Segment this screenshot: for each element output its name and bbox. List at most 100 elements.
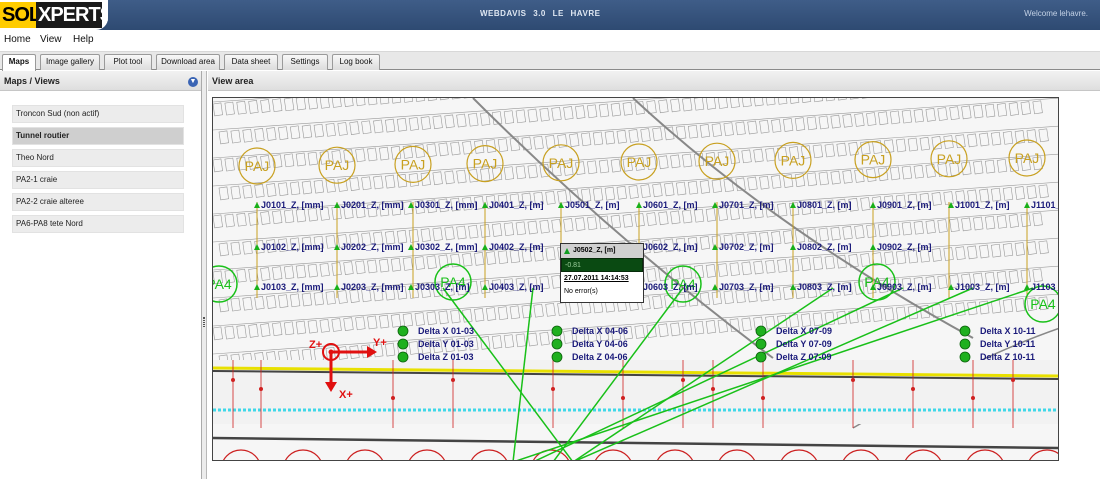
paj-marker[interactable]: PAJ bbox=[698, 142, 736, 180]
sensor[interactable]: J0101_Z, [mm] bbox=[254, 200, 324, 210]
sensor[interactable]: J1003_Z, [m] bbox=[948, 282, 1010, 292]
parking-stall bbox=[759, 175, 770, 190]
paj-marker[interactable]: PAJ bbox=[466, 144, 504, 183]
parking-stall bbox=[889, 166, 901, 181]
parking-stall bbox=[610, 158, 622, 173]
sensor[interactable]: J0403_Z, [m] bbox=[482, 282, 544, 292]
survey-point bbox=[451, 378, 455, 382]
parking-stall bbox=[604, 186, 616, 201]
delta-sensor[interactable]: Delta Y 07-09 bbox=[755, 338, 832, 350]
panel-splitter[interactable] bbox=[202, 71, 207, 479]
sensor[interactable]: J0401_Z, [m] bbox=[482, 200, 544, 210]
parking-stall bbox=[456, 113, 467, 128]
view-item[interactable]: Theo Nord bbox=[12, 149, 184, 167]
view-item[interactable]: Tunnel routier bbox=[12, 127, 184, 145]
delta-sensor[interactable]: Delta Y 04-06 bbox=[551, 338, 628, 350]
parking-stall bbox=[313, 179, 324, 194]
delta-sensor[interactable]: Delta X 04-06 bbox=[551, 325, 628, 337]
tab-log-book[interactable]: Log book bbox=[332, 54, 380, 70]
parking-stall bbox=[765, 259, 776, 274]
parking-stall bbox=[503, 110, 515, 125]
pile-circle bbox=[284, 449, 322, 460]
paj-marker[interactable]: PAJ bbox=[620, 143, 658, 181]
tab-plot-tool[interactable]: Plot tool bbox=[104, 54, 152, 70]
parking-stall bbox=[236, 212, 247, 227]
paj-marker[interactable]: PAJ bbox=[930, 140, 968, 178]
sensor[interactable]: J0402_Z, [m] bbox=[482, 242, 544, 252]
delta-sensor[interactable]: Delta X 10-11 bbox=[959, 325, 1036, 337]
parking-grid bbox=[213, 98, 1058, 369]
sensor-label: J0803_Z, [m] bbox=[797, 282, 852, 292]
tab-download-area[interactable]: Download area bbox=[156, 54, 220, 70]
view-item[interactable]: PA2-1 craie bbox=[12, 171, 184, 189]
sensor[interactable]: J0302_Z, [mm] bbox=[408, 242, 478, 252]
sensor[interactable]: J0203_Z, [mm] bbox=[334, 282, 404, 292]
sensor[interactable]: J0102_Z, [mm] bbox=[254, 242, 324, 252]
sensor[interactable]: J0601_Z, [m] bbox=[636, 200, 698, 210]
menu-view[interactable]: View bbox=[40, 34, 62, 45]
tab-data-sheet[interactable]: Data sheet bbox=[224, 54, 278, 70]
parking-stall bbox=[491, 335, 503, 349]
parking-stall bbox=[872, 308, 883, 322]
parking-stall bbox=[575, 217, 586, 231]
paj-marker[interactable]: PAJ bbox=[318, 146, 356, 184]
sensor[interactable]: J0701_Z, [m] bbox=[712, 200, 774, 210]
delta-sensor[interactable]: Delta X 01-03 bbox=[397, 325, 474, 337]
parking-stall bbox=[878, 223, 889, 238]
sensor[interactable]: J0803_Z, [m] bbox=[790, 282, 852, 292]
sensor[interactable]: J0602_Z, [m] bbox=[636, 242, 698, 252]
site-map[interactable]: PAJPAJPAJPAJPAJPAJPAJPAJPAJPAJPAJPA4PA4P… bbox=[212, 97, 1059, 461]
sensor[interactable]: J0303_Z, [m] bbox=[408, 282, 470, 292]
parking-stall bbox=[652, 127, 663, 142]
parking-stall bbox=[687, 124, 699, 139]
sensor[interactable]: J0902_Z, [m] bbox=[870, 242, 932, 252]
parking-stall bbox=[515, 165, 526, 180]
delta-sensor[interactable]: Delta Y 10-11 bbox=[959, 338, 1035, 350]
tab-maps[interactable]: Maps bbox=[2, 54, 36, 71]
pile-circle bbox=[904, 449, 942, 460]
paj-marker[interactable]: PAJ bbox=[238, 147, 276, 185]
tab-image-gallery[interactable]: Image gallery bbox=[40, 54, 100, 70]
parking-stall bbox=[462, 252, 473, 267]
parking-stall bbox=[723, 122, 734, 137]
parking-stall bbox=[616, 129, 627, 144]
parking-stall bbox=[771, 174, 782, 189]
parking-stall bbox=[622, 101, 633, 116]
paj-marker[interactable]: PAJ bbox=[394, 145, 432, 184]
sensor[interactable]: J0301_Z, [mm] bbox=[408, 200, 478, 210]
sensor[interactable]: J0903_Z, [m] bbox=[870, 282, 932, 292]
sensor[interactable]: J0202_Z, [mm] bbox=[334, 242, 404, 252]
sensor[interactable]: J0201_Z, [mm] bbox=[334, 200, 404, 210]
sensor[interactable]: J1101_Z, [m] bbox=[1024, 200, 1059, 210]
parking-stall bbox=[385, 342, 396, 357]
parking-stall bbox=[1002, 298, 1014, 313]
sensor-label: J0201_Z, [mm] bbox=[341, 200, 404, 210]
parking-stall bbox=[539, 219, 550, 234]
sensor[interactable]: J0603_Z, [m] bbox=[636, 282, 698, 292]
parking-stall bbox=[450, 98, 461, 100]
menu-help[interactable]: Help bbox=[73, 34, 94, 45]
sensor[interactable]: J0801_Z, [m] bbox=[790, 200, 852, 210]
parking-stall bbox=[213, 214, 223, 229]
sensor[interactable]: J1001_Z, [m] bbox=[948, 200, 1010, 210]
parking-stall bbox=[414, 98, 425, 102]
sensor[interactable]: J0702_Z, [m] bbox=[712, 242, 774, 252]
sensor[interactable]: J1103_Z, [m] bbox=[1024, 282, 1059, 292]
sensor[interactable]: J0103_Z, [mm] bbox=[254, 282, 324, 292]
view-item[interactable]: Troncon Sud (non actif) bbox=[12, 105, 184, 123]
parking-stall bbox=[527, 220, 538, 235]
sensor[interactable]: J0802_Z, [m] bbox=[790, 242, 852, 252]
pile-circle bbox=[842, 449, 880, 460]
paj-marker[interactable]: PAJ bbox=[1008, 139, 1046, 177]
parking-stall bbox=[420, 228, 431, 242]
sensor[interactable]: J0703_Z, [m] bbox=[712, 282, 774, 292]
parking-stall bbox=[349, 121, 360, 135]
view-item[interactable]: PA6-PA8 tete Nord bbox=[12, 215, 184, 233]
sensor-triangle-icon bbox=[790, 244, 796, 250]
sensor[interactable]: J0501_Z, [m] bbox=[558, 200, 620, 210]
view-item[interactable]: PA2-2 craie alteree bbox=[12, 193, 184, 211]
collapse-panel-button[interactable]: ▼ bbox=[188, 77, 198, 87]
tab-settings[interactable]: Settings bbox=[282, 54, 328, 70]
menu-home[interactable]: Home bbox=[4, 34, 31, 45]
sensor[interactable]: J0901_Z, [m] bbox=[870, 200, 932, 210]
